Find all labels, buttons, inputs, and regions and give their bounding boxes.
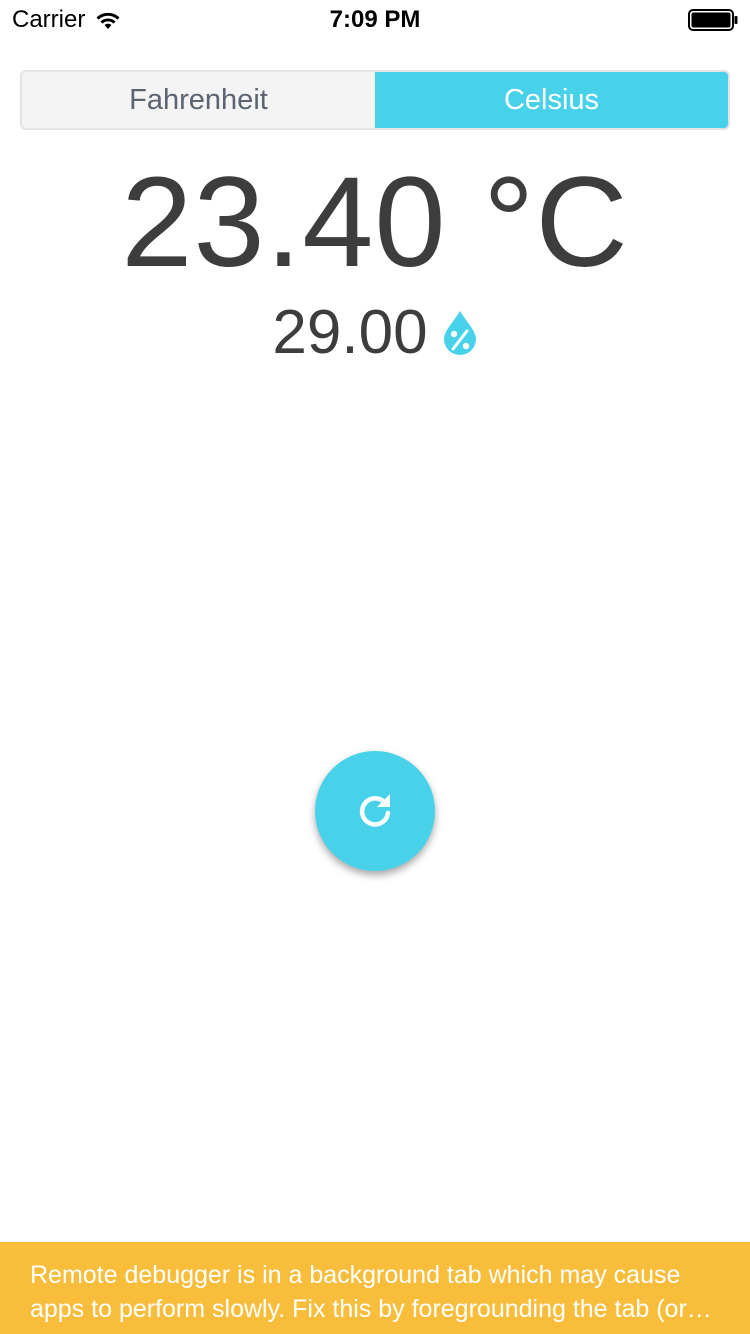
humidity-row: 29.00 [0,298,750,368]
fahrenheit-segment[interactable]: Fahrenheit [22,72,375,128]
battery-icon [688,9,738,31]
debugger-warning-text: Remote debugger is in a background tab w… [30,1261,687,1323]
celsius-segment[interactable]: Celsius [375,72,728,128]
status-bar: Carrier 7:09 PM [0,0,750,40]
humidity-reading: 29.00 [272,298,428,367]
water-drop-percent-icon [443,311,476,355]
refresh-button[interactable] [315,751,435,871]
unit-segmented-control: Fahrenheit Celsius [20,70,730,130]
temperature-reading: 23.40 °C [121,151,629,294]
status-time: 7:09 PM [329,6,421,33]
debugger-warning-banner[interactable]: Remote debugger is in a background tab w… [0,1242,750,1334]
refresh-icon [359,794,391,827]
